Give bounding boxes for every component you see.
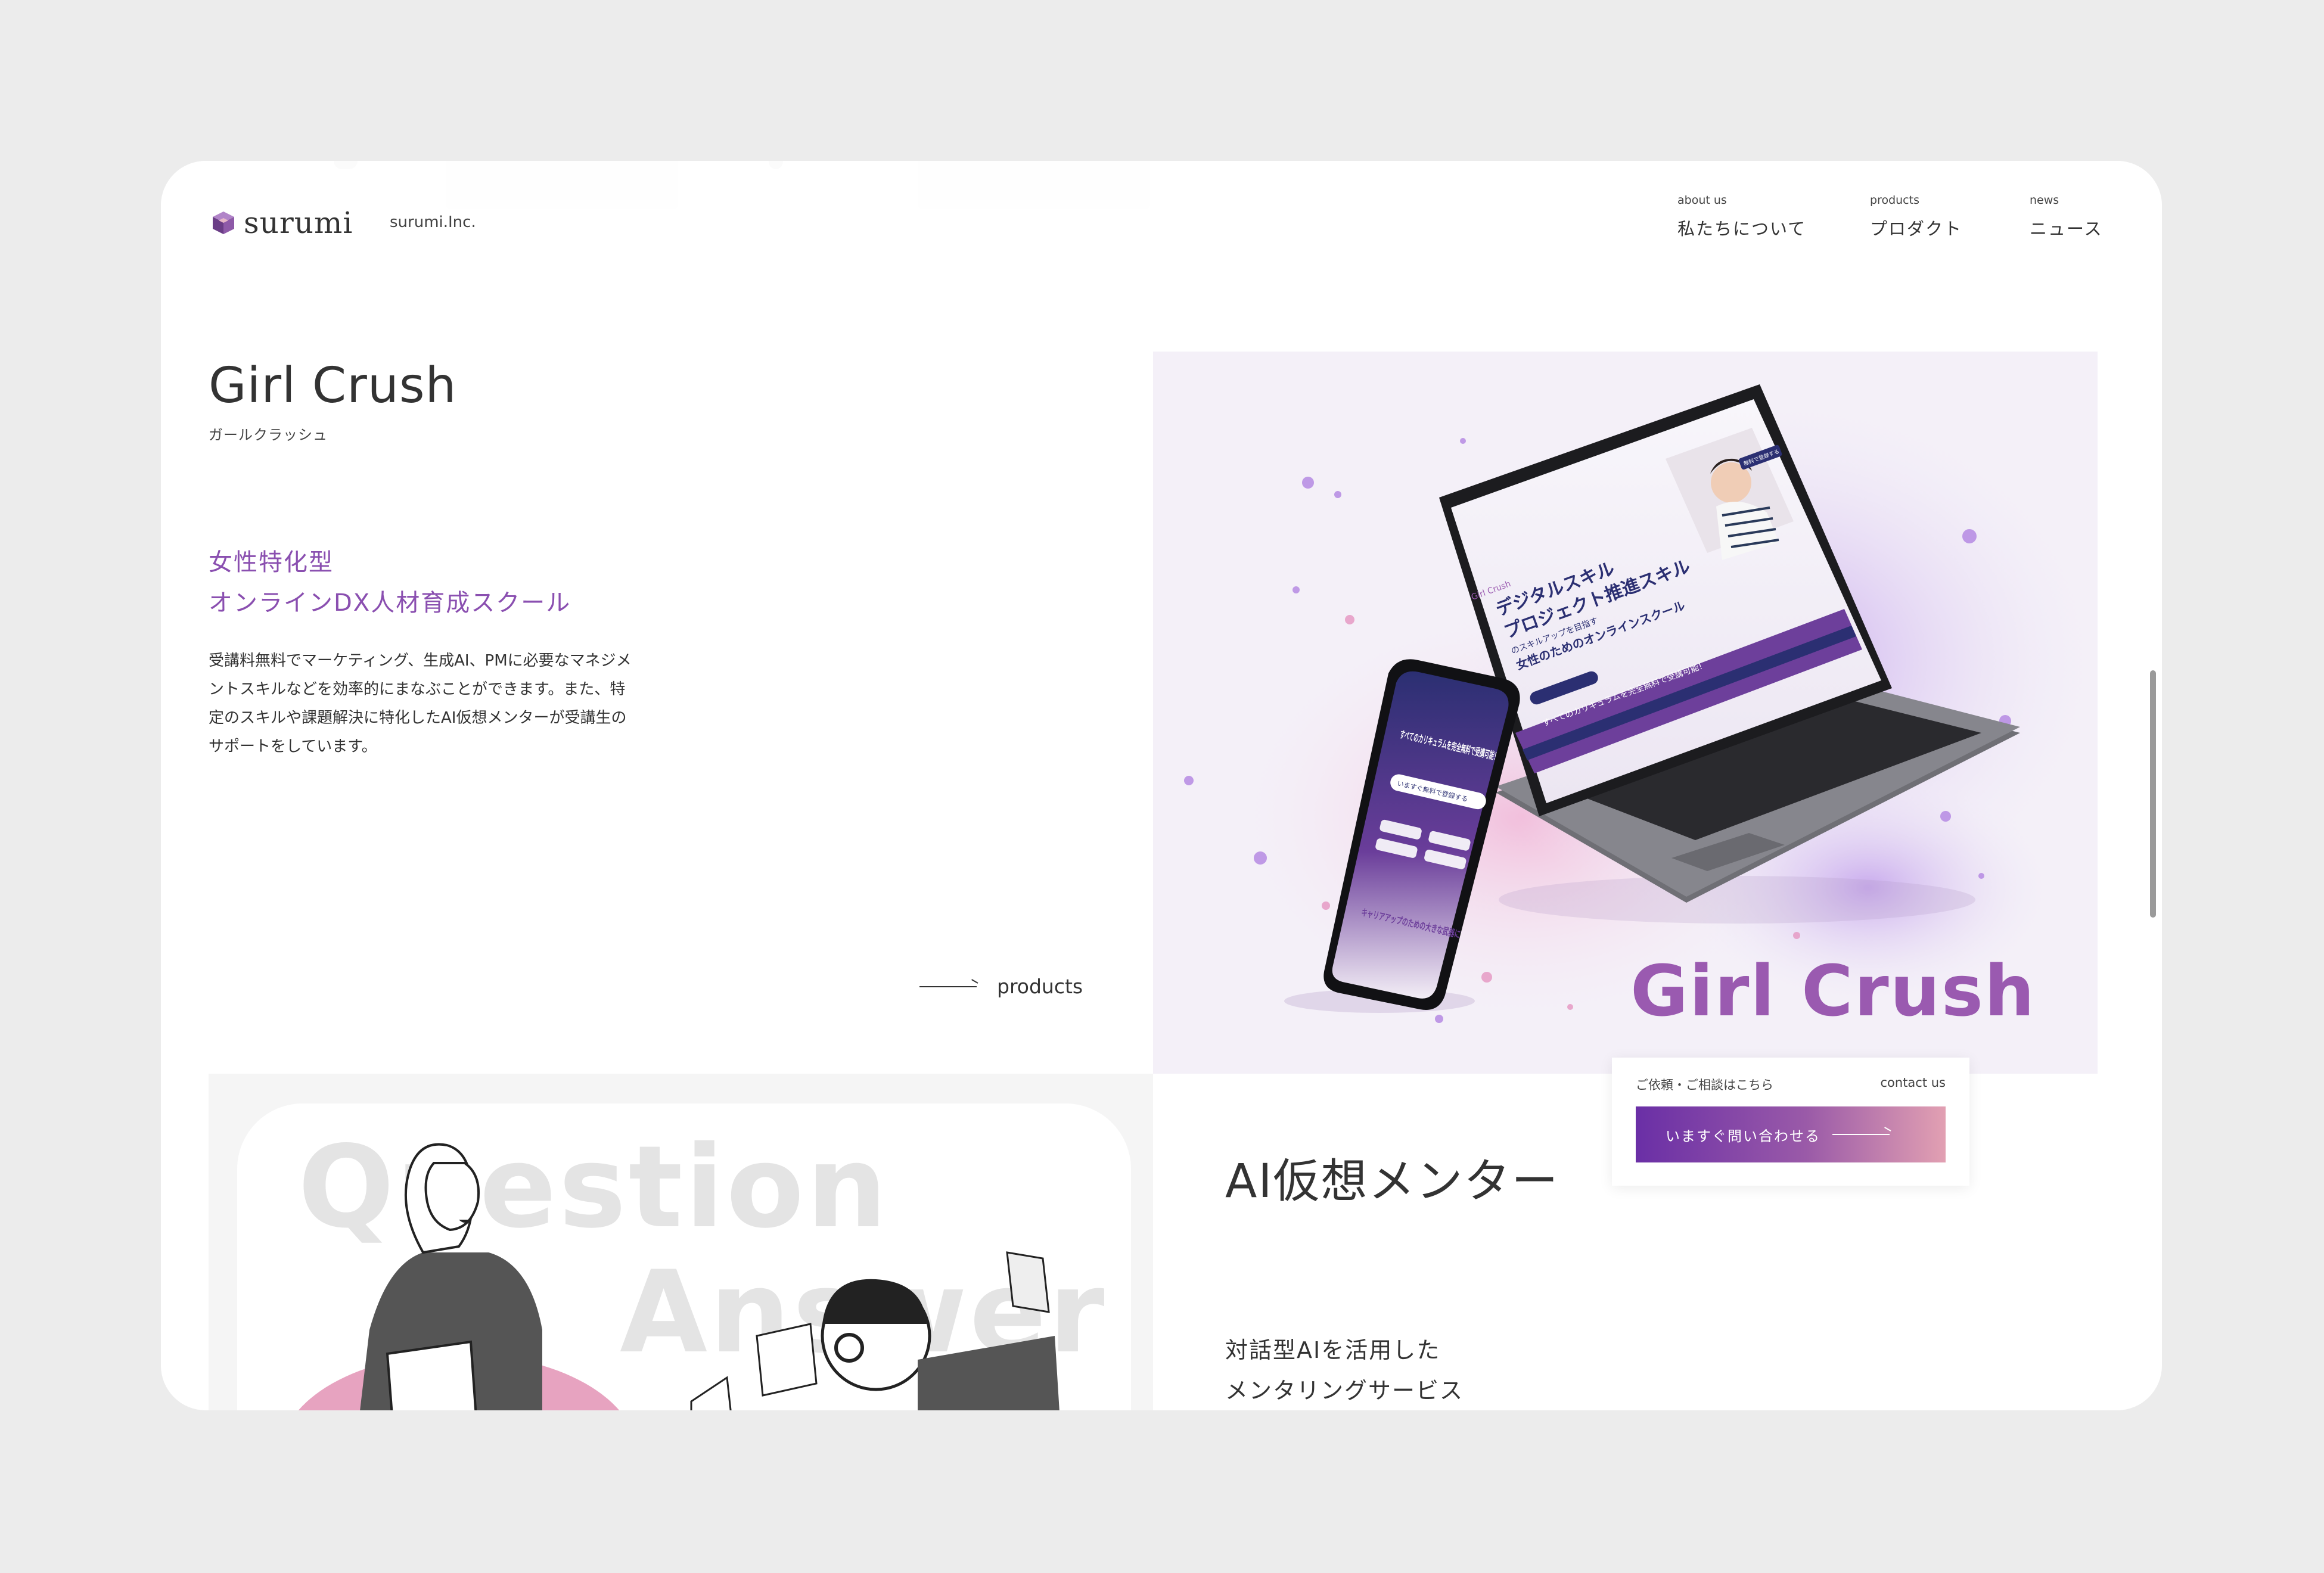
- nav-products[interactable]: products プロダクト: [1870, 194, 1962, 240]
- ai-mentor-title: AI仮想メンター: [1225, 1155, 1559, 1208]
- site-header: surumi surumi.Inc. about us 私たちについて prod…: [161, 161, 2162, 277]
- nav-products-en: products: [1870, 194, 1919, 207]
- nav-about[interactable]: about us 私たちについて: [1677, 194, 1806, 240]
- product-title: Girl Crush: [209, 358, 457, 414]
- contact-widget: ご依頼・ご相談はこちら contact us いますぐ問い合わせる: [1612, 1058, 1969, 1186]
- contact-label-ja: ご依頼・ご相談はこちら: [1636, 1078, 1773, 1092]
- ai-desc-line-2: メンタリングサービス: [1225, 1378, 1464, 1404]
- logo-wordmark: surumi: [244, 206, 353, 240]
- site-logo[interactable]: surumi: [210, 206, 353, 240]
- hero-wordmark: Girl Crush: [1630, 950, 2036, 1032]
- nav-about-en: about us: [1677, 194, 1727, 207]
- tagline-line-1: 女性特化型: [209, 549, 334, 576]
- products-link[interactable]: products: [919, 975, 1083, 998]
- tagline-line-2: オンラインDX人材育成スクール: [209, 589, 571, 617]
- nav-news[interactable]: news ニュース: [2030, 194, 2103, 240]
- contact-label-en: contact us: [1880, 1075, 1946, 1090]
- scrollbar-thumb[interactable]: [2150, 670, 2156, 918]
- product-tagline: 女性特化型 オンラインDX人材育成スクール: [209, 542, 571, 623]
- cube-logo-icon: [213, 212, 234, 234]
- nav-products-ja: プロダクト: [1870, 219, 1963, 239]
- product-description: 受講料無料でマーケティング、生成AI、PMに必要なマネジメントスキルなどを効率的…: [209, 652, 632, 756]
- qa-people-illustration: [298, 1143, 1060, 1410]
- contact-button-label: いますぐ問い合わせる: [1666, 1127, 1820, 1145]
- ai-desc-line-1: 対話型AIを活用した: [1225, 1337, 1441, 1363]
- products-link-label: products: [997, 975, 1083, 998]
- ai-mentor-description: 対話型AIを活用した メンタリングサービス: [1225, 1330, 1464, 1410]
- ai-mentor-illustration[interactable]: Question Answer: [209, 1074, 1153, 1410]
- contact-button[interactable]: いますぐ問い合わせる: [1636, 1106, 1946, 1162]
- arrow-right-icon: [1832, 1134, 1890, 1135]
- nav-about-ja: 私たちについて: [1677, 219, 1807, 239]
- nav-news-en: news: [2030, 194, 2059, 207]
- nav-news-ja: ニュース: [2030, 219, 2103, 239]
- browser-viewport: surumi surumi.Inc. about us 私たちについて prod…: [161, 161, 2162, 1410]
- company-name: surumi.Inc.: [390, 213, 476, 231]
- arrow-right-icon: [919, 986, 977, 987]
- product-subtitle: ガールクラッシュ: [209, 427, 328, 443]
- product-hero-image[interactable]: Girl Crush デジタルスキル プロジェクト推進スキル のスキルアップを目…: [1153, 352, 2098, 1074]
